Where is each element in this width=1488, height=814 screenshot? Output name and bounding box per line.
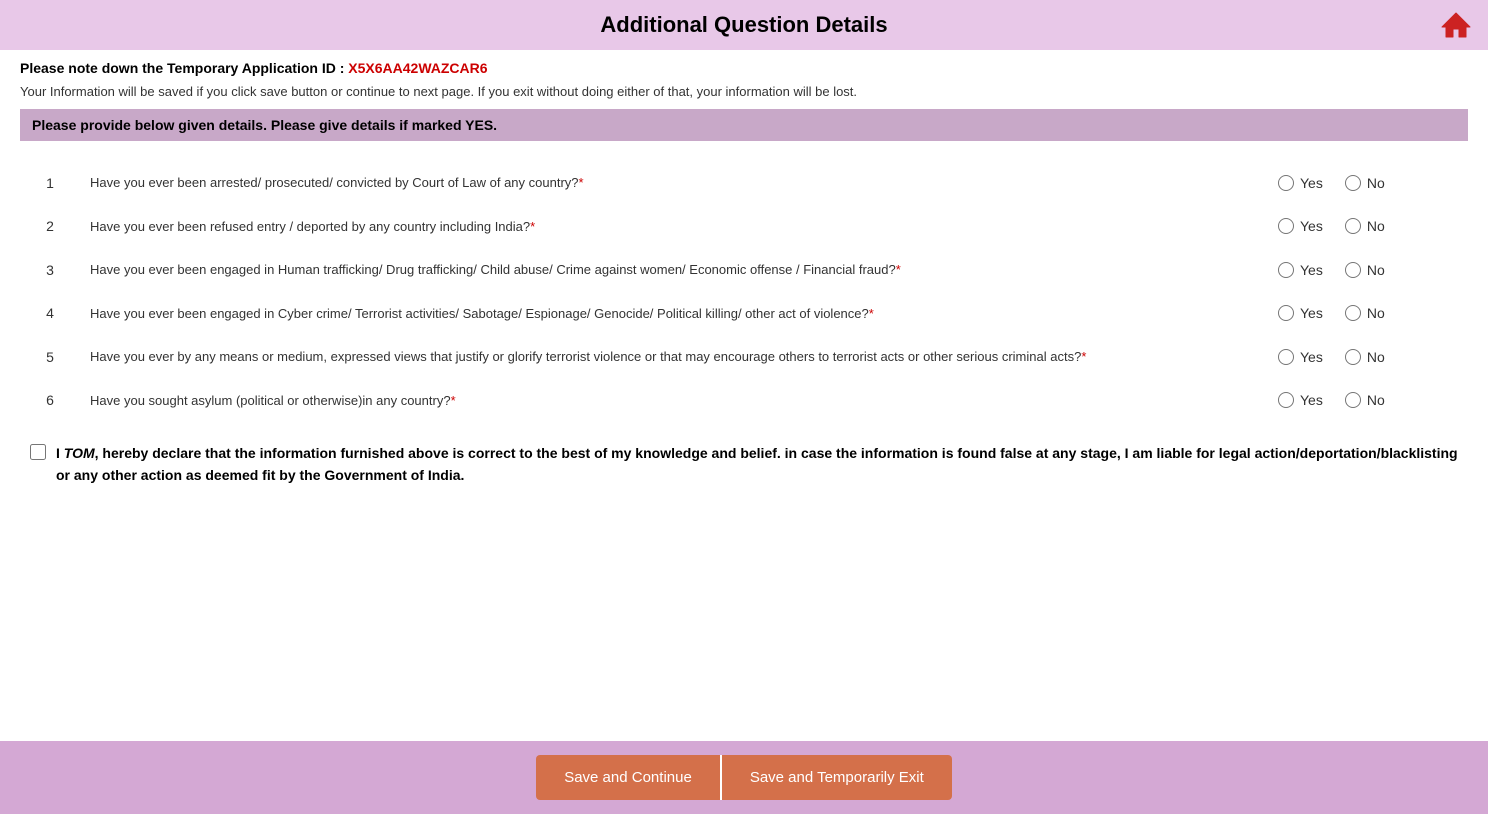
content-area: Please note down the Temporary Applicati…	[0, 50, 1488, 741]
question-text-4: Have you ever been engaged in Cyber crim…	[80, 292, 1268, 336]
label-no-2: No	[1367, 218, 1385, 234]
table-row: 5 Have you ever by any means or medium, …	[20, 335, 1468, 379]
radio-no-6[interactable]	[1345, 392, 1361, 408]
question-number-6: 6	[20, 379, 80, 423]
declaration-text: I TOM, hereby declare that the informati…	[56, 442, 1458, 487]
section-header: Please provide below given details. Plea…	[20, 109, 1468, 141]
question-options-5: Yes No	[1268, 335, 1468, 379]
label-yes-2: Yes	[1300, 218, 1323, 234]
question-number-3: 3	[20, 248, 80, 292]
page-title: Additional Question Details	[600, 12, 887, 37]
question-number-2: 2	[20, 205, 80, 249]
label-yes-6: Yes	[1300, 392, 1323, 408]
question-options-4: Yes No	[1268, 292, 1468, 336]
table-row: 1 Have you ever been arrested/ prosecute…	[20, 161, 1468, 205]
save-continue-button[interactable]: Save and Continue	[536, 755, 720, 800]
table-row: 4 Have you ever been engaged in Cyber cr…	[20, 292, 1468, 336]
label-yes-1: Yes	[1300, 175, 1323, 191]
question-options-1: Yes No	[1268, 161, 1468, 205]
home-icon[interactable]	[1440, 9, 1472, 41]
footer: Save and Continue Save and Temporarily E…	[0, 741, 1488, 814]
save-exit-button[interactable]: Save and Temporarily Exit	[720, 755, 952, 800]
label-no-5: No	[1367, 349, 1385, 365]
page-header: Additional Question Details	[0, 0, 1488, 50]
label-no-4: No	[1367, 305, 1385, 321]
info-text: Your Information will be saved if you cl…	[20, 84, 1468, 99]
table-row: 2 Have you ever been refused entry / dep…	[20, 205, 1468, 249]
question-text-1: Have you ever been arrested/ prosecuted/…	[80, 161, 1268, 205]
table-row: 6 Have you sought asylum (political or o…	[20, 379, 1468, 423]
radio-no-4[interactable]	[1345, 305, 1361, 321]
radio-yes-5[interactable]	[1278, 349, 1294, 365]
table-row: 3 Have you ever been engaged in Human tr…	[20, 248, 1468, 292]
radio-no-3[interactable]	[1345, 262, 1361, 278]
page-wrapper: Additional Question Details Please note …	[0, 0, 1488, 814]
radio-yes-1[interactable]	[1278, 175, 1294, 191]
radio-no-1[interactable]	[1345, 175, 1361, 191]
label-no-1: No	[1367, 175, 1385, 191]
question-text-5: Have you ever by any means or medium, ex…	[80, 335, 1268, 379]
temp-id-line: Please note down the Temporary Applicati…	[20, 60, 1468, 76]
declaration-section: I TOM, hereby declare that the informati…	[20, 422, 1468, 507]
label-no-6: No	[1367, 392, 1385, 408]
declaration-checkbox[interactable]	[30, 444, 46, 460]
radio-yes-6[interactable]	[1278, 392, 1294, 408]
radio-yes-4[interactable]	[1278, 305, 1294, 321]
label-yes-4: Yes	[1300, 305, 1323, 321]
question-text-2: Have you ever been refused entry / depor…	[80, 205, 1268, 249]
questions-table: 1 Have you ever been arrested/ prosecute…	[20, 161, 1468, 422]
question-number-4: 4	[20, 292, 80, 336]
temp-id-value: X5X6AA42WAZCAR6	[348, 60, 487, 76]
question-options-2: Yes No	[1268, 205, 1468, 249]
label-yes-5: Yes	[1300, 349, 1323, 365]
label-no-3: No	[1367, 262, 1385, 278]
question-options-6: Yes No	[1268, 379, 1468, 423]
radio-no-5[interactable]	[1345, 349, 1361, 365]
declaration-name: TOM	[64, 445, 95, 461]
label-yes-3: Yes	[1300, 262, 1323, 278]
question-number-1: 1	[20, 161, 80, 205]
radio-yes-2[interactable]	[1278, 218, 1294, 234]
radio-yes-3[interactable]	[1278, 262, 1294, 278]
radio-no-2[interactable]	[1345, 218, 1361, 234]
question-options-3: Yes No	[1268, 248, 1468, 292]
question-number-5: 5	[20, 335, 80, 379]
question-text-6: Have you sought asylum (political or oth…	[80, 379, 1268, 423]
question-text-3: Have you ever been engaged in Human traf…	[80, 248, 1268, 292]
